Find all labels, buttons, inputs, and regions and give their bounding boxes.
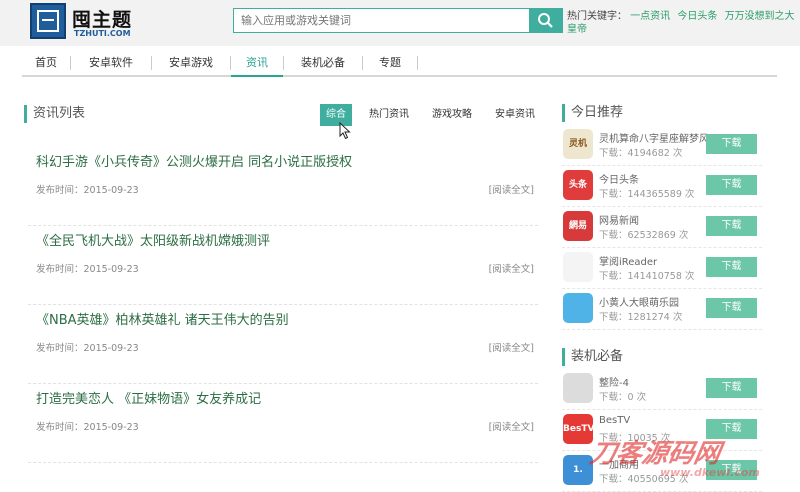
article-title-link[interactable]: 科幻手游《小兵传奇》公测火爆开启 同名小说正版授权 (36, 151, 352, 170)
read-more-link[interactable]: [阅读全文] (489, 182, 534, 196)
download-button[interactable]: 下载 (706, 378, 757, 398)
article-date: 发布时间：2015-09-23 (36, 264, 139, 275)
news-section-title: 资讯列表 (24, 105, 85, 123)
app-icon[interactable]: 头条 (563, 170, 593, 200)
list-item: 《NBA英雄》柏林英雄礼 诸天王伟大的告别 发布时间：2015-09-23 [阅… (28, 309, 538, 384)
logo-subtitle: TZHUTI.COM (74, 29, 131, 38)
list-item: 《全民飞机大战》太阳级新战机嫦娥测评 发布时间：2015-09-23 [阅读全文… (28, 230, 538, 305)
app-icon[interactable]: 網易 (563, 211, 593, 241)
read-more-link[interactable]: [阅读全文] (489, 340, 534, 354)
app-name-link[interactable]: 今日头条 (599, 171, 713, 186)
app-icon[interactable] (563, 293, 593, 323)
app-name-link[interactable]: 整险-4 (599, 374, 713, 389)
nav-divider (417, 56, 418, 70)
list-item: 科幻手游《小兵传奇》公测火爆开启 同名小说正版授权 发布时间：2015-09-2… (28, 151, 538, 226)
app-row[interactable]: 掌阅iReader 下载：141410758 次下载 (562, 249, 762, 289)
app-name-link[interactable]: 小黄人大眼萌乐园 (599, 294, 713, 309)
app-download-count: 下载：1281274 次 (599, 312, 683, 323)
hot-keyword-link[interactable]: 一点资讯 (630, 11, 670, 22)
hot-keywords-label: 热门关键字： (567, 11, 627, 22)
article-date: 发布时间：2015-09-23 (36, 185, 139, 196)
logo-title: 囤主题 (72, 9, 133, 31)
hot-keyword-link[interactable]: 今日头条 (677, 11, 717, 22)
site-logo[interactable]: 囤主题 TZHUTI.COM (30, 3, 150, 41)
search-button[interactable] (529, 9, 562, 32)
today-recommend-title: 今日推荐 (562, 104, 623, 122)
app-download-count: 下载：62532869 次 (599, 230, 689, 241)
essentials-title: 装机必备 (562, 348, 623, 366)
read-more-link[interactable]: [阅读全文] (489, 419, 534, 433)
app-icon[interactable]: 灵机 (563, 129, 593, 159)
download-button[interactable]: 下载 (706, 419, 757, 439)
header: 囤主题 TZHUTI.COM 热门关键字： 一点资讯 今日头条 万万没想到之大皇… (0, 0, 800, 46)
tab-hot-news[interactable]: 热门资讯 (365, 104, 413, 126)
app-icon[interactable] (563, 252, 593, 282)
search-bar (233, 8, 563, 33)
search-icon (538, 13, 553, 28)
nav-topics[interactable]: 专题 (363, 51, 417, 75)
download-button[interactable]: 下载 (706, 216, 757, 236)
app-row[interactable]: 头条 今日头条下载：144365589 次下载 (562, 167, 762, 207)
app-row[interactable]: 小黄人大眼萌乐园下载：1281274 次 下载 (562, 290, 762, 330)
article-title-link[interactable]: 打造完美恋人 《正妹物语》女友养成记 (36, 388, 261, 407)
nav-essentials[interactable]: 装机必备 (284, 51, 362, 75)
nav-news[interactable]: 资讯 (231, 51, 283, 77)
nav-android-apps[interactable]: 安卓软件 (71, 51, 151, 75)
nav-android-games[interactable]: 安卓游戏 (152, 51, 230, 75)
app-download-count: 下载：141410758 次 (599, 271, 695, 282)
mouse-cursor-icon (339, 122, 351, 140)
app-row[interactable]: 灵机 灵机算命八字星座解梦风水下载：4194682 次 下载 (562, 126, 762, 166)
app-icon[interactable] (563, 373, 593, 403)
article-date: 发布时间：2015-09-23 (36, 343, 139, 354)
list-item: 打造完美恋人 《正妹物语》女友养成记 发布时间：2015-09-23 [阅读全文… (28, 388, 538, 463)
search-input[interactable] (234, 9, 524, 32)
app-icon[interactable]: BesTV (563, 414, 593, 444)
watermark-logo: 刀客源码网 (587, 439, 723, 469)
tab-android-news[interactable]: 安卓资讯 (491, 104, 539, 126)
app-name-link[interactable]: BesTV (599, 415, 713, 426)
nav-home[interactable]: 首页 (22, 51, 70, 75)
app-download-count: 下载：144365589 次 (599, 189, 695, 200)
download-button[interactable]: 下载 (706, 298, 757, 318)
hot-keywords: 热门关键字： 一点资讯 今日头条 万万没想到之大皇帝 (567, 10, 795, 36)
read-more-link[interactable]: [阅读全文] (489, 261, 534, 275)
tab-game-guides[interactable]: 游戏攻略 (428, 104, 476, 126)
app-row[interactable]: 整险-4 下载：0 次 下载 (562, 370, 762, 410)
watermark-url: www.dkewl.com (660, 466, 760, 479)
app-name-link[interactable]: 网易新闻 (599, 212, 713, 227)
app-name-link[interactable]: 掌阅iReader (599, 253, 713, 268)
download-button[interactable]: 下载 (706, 257, 757, 277)
app-download-count: 下载：4194682 次 (599, 148, 683, 159)
article-date: 发布时间：2015-09-23 (36, 422, 139, 433)
main-nav: 首页 安卓软件 安卓游戏 资讯 装机必备 专题 (22, 51, 777, 77)
app-row[interactable]: 網易 网易新闻下载：62532869 次 下载 (562, 208, 762, 248)
app-download-count: 下载：0 次 (599, 392, 647, 403)
article-title-link[interactable]: 《全民飞机大战》太阳级新战机嫦娥测评 (36, 230, 270, 249)
download-button[interactable]: 下载 (706, 175, 757, 195)
article-title-link[interactable]: 《NBA英雄》柏林英雄礼 诸天王伟大的告别 (36, 309, 289, 328)
app-name-link[interactable]: 灵机算命八字星座解梦风水 (599, 130, 713, 145)
download-button[interactable]: 下载 (706, 134, 757, 154)
logo-icon (30, 3, 66, 39)
